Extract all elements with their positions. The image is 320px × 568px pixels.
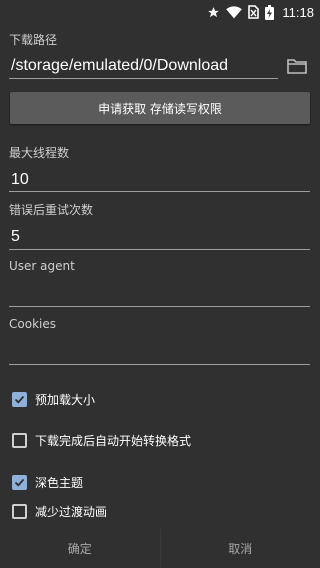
status-bar: 11:18 <box>0 0 320 24</box>
battery-charging-icon <box>265 4 275 20</box>
cookies-underline <box>9 364 310 365</box>
download-path-underline <box>9 78 278 79</box>
folder-icon[interactable] <box>287 58 307 76</box>
checkbox-unchecked-icon[interactable] <box>12 433 27 448</box>
no-sim-icon <box>248 5 260 19</box>
star-icon <box>207 6 220 19</box>
reduce-animations-label: 减少过渡动画 <box>35 505 108 519</box>
reduce-animations-checkbox[interactable]: 减少过渡动画 <box>12 503 107 520</box>
cancel-button[interactable]: 取消 <box>161 528 320 568</box>
max-threads-label: 最大线程数 <box>9 146 70 160</box>
download-path-label: 下载路径 <box>9 33 58 47</box>
max-threads-underline <box>9 191 310 192</box>
user-agent-label: User agent <box>9 259 75 273</box>
clock: 11:18 <box>282 4 314 20</box>
dialog-button-bar: 确定 取消 <box>0 528 320 568</box>
dark-theme-checkbox[interactable]: 深色主题 <box>12 474 83 491</box>
user-agent-underline <box>9 306 310 307</box>
checkbox-checked-icon[interactable] <box>12 475 27 490</box>
cookies-label: Cookies <box>9 317 56 331</box>
preload-size-label: 预加载大小 <box>35 393 96 407</box>
confirm-button[interactable]: 确定 <box>0 528 160 568</box>
auto-convert-label: 下载完成后自动开始转换格式 <box>35 434 192 448</box>
retry-count-input[interactable]: 5 <box>11 228 20 246</box>
request-storage-permission-button[interactable]: 申请获取 存储读写权限 <box>10 92 310 124</box>
checkbox-unchecked-icon[interactable] <box>12 504 27 519</box>
download-path-input[interactable]: /storage/emulated/0/Download <box>11 57 228 75</box>
wifi-icon <box>226 5 243 19</box>
auto-convert-checkbox[interactable]: 下载完成后自动开始转换格式 <box>12 432 191 449</box>
dark-theme-label: 深色主题 <box>35 476 84 490</box>
preload-size-checkbox[interactable]: 预加载大小 <box>12 391 95 408</box>
retry-count-label: 错误后重试次数 <box>9 203 94 217</box>
checkbox-checked-icon[interactable] <box>12 392 27 407</box>
max-threads-input[interactable]: 10 <box>11 171 29 189</box>
retry-count-underline <box>9 249 310 250</box>
